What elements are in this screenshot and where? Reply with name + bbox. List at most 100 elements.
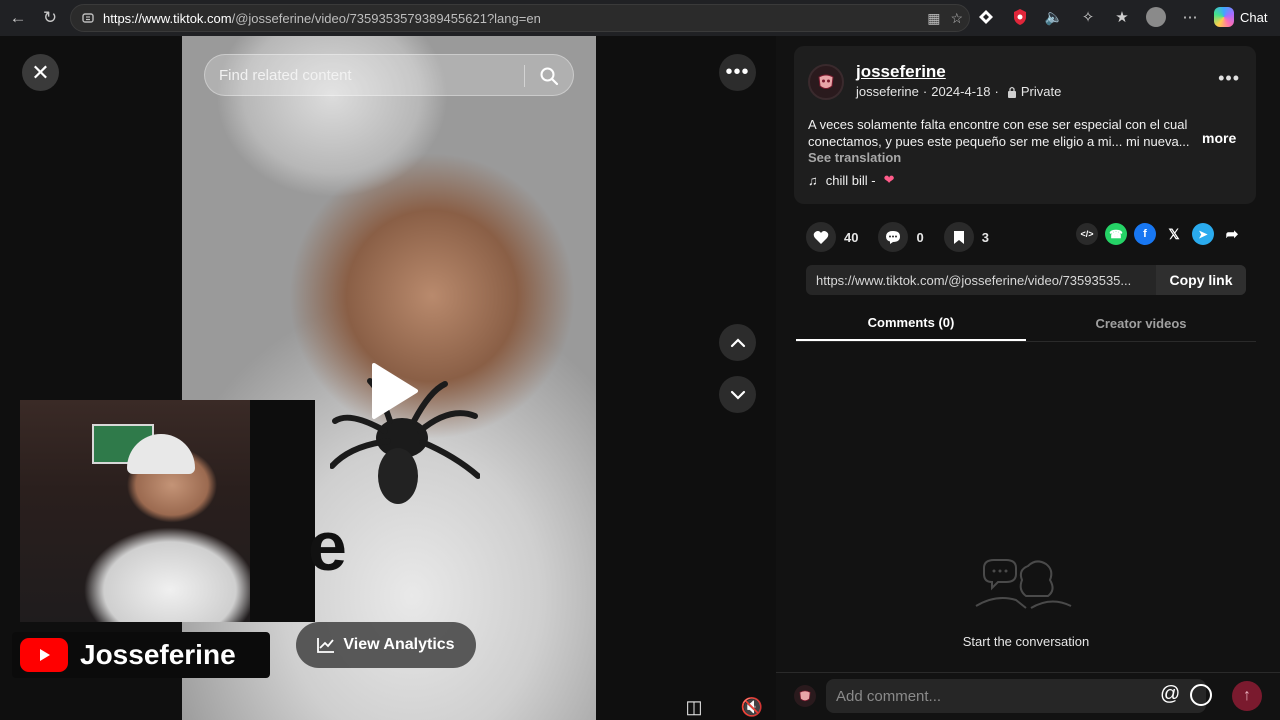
chevron-down-icon — [730, 390, 745, 400]
tab-creator-videos[interactable]: Creator videos — [1026, 306, 1256, 341]
volume-icon[interactable]: 🔈 — [1044, 6, 1064, 28]
next-video-button[interactable] — [719, 376, 756, 413]
youtube-logo-icon — [20, 638, 68, 672]
composer-avatar — [794, 685, 816, 707]
browser-toolbar: ← ↻ https://www.tiktok.com/@josseferine/… — [0, 0, 1280, 36]
panel-tabs: Comments (0) Creator videos — [796, 306, 1256, 342]
search-divider — [524, 65, 525, 87]
author-avatar[interactable] — [808, 64, 844, 100]
related-search-bar — [204, 54, 574, 96]
favorites-icon[interactable]: ★ — [1112, 6, 1132, 28]
arrow-up-icon: ↑ — [1243, 687, 1251, 704]
music-note-icon: ♫ — [808, 172, 818, 188]
chevron-up-icon — [730, 337, 745, 347]
copilot-icon — [1214, 7, 1234, 27]
view-analytics-button[interactable]: View Analytics — [296, 622, 476, 668]
browser-menu-icon[interactable]: ⋯ — [1180, 6, 1200, 28]
previous-video-button[interactable] — [719, 324, 756, 361]
post-meta: josseferine · 2024-4-18 · Private — [856, 84, 1061, 99]
extensions-puzzle-icon[interactable]: ✧ — [1078, 6, 1098, 28]
empty-state-text: Start the conversation — [962, 634, 1090, 649]
address-bar[interactable]: https://www.tiktok.com/@josseferine/vide… — [70, 4, 970, 32]
author-name[interactable]: josseferine — [856, 62, 946, 82]
url-path: /@josseferine/video/7359353579389455621?… — [231, 10, 541, 26]
related-search-input[interactable] — [219, 66, 519, 84]
mute-icon[interactable]: 🔇 — [736, 694, 768, 720]
video-link[interactable]: https://www.tiktok.com/@josseferine/vide… — [806, 273, 1156, 288]
profile-icon[interactable] — [1146, 6, 1166, 28]
comment-composer: @ ↑ — [776, 672, 1280, 720]
webcam-overlay — [20, 400, 315, 622]
see-translation-link[interactable]: See translation — [808, 150, 901, 165]
comment-action[interactable]: 0 — [878, 222, 924, 252]
analytics-chart-icon — [317, 638, 335, 653]
bookmark-icon — [943, 222, 974, 252]
music-info[interactable]: ♫ chill bill - ❤ — [808, 172, 895, 188]
site-info-icon[interactable] — [81, 11, 95, 25]
music-title: chill bill - — [825, 172, 876, 188]
save-count: 3 — [981, 229, 989, 245]
mini-player-icon[interactable]: ◫ — [678, 694, 710, 720]
engagement-actions: 40 0 3 — [806, 222, 989, 252]
author-username: josseferine — [856, 84, 919, 99]
mention-icon[interactable]: @ — [1160, 683, 1180, 706]
channel-branding: Josseferine — [12, 632, 270, 678]
search-icon[interactable] — [539, 66, 559, 86]
url-text: https://www.tiktok.com/@josseferine/vide… — [103, 11, 541, 26]
view-analytics-label: View Analytics — [343, 636, 455, 653]
whatsapp-icon[interactable]: ☎ — [1105, 223, 1127, 245]
description-card: josseferine josseferine · 2024-4-18 · Pr… — [794, 46, 1256, 204]
tab-comments[interactable]: Comments (0) — [796, 306, 1026, 341]
more-dots-icon: ••• — [725, 61, 750, 83]
url-host: https://www.tiktok.com — [103, 10, 232, 26]
video-more-button[interactable]: ••• — [719, 54, 756, 91]
comment-bubble-icon — [878, 222, 909, 252]
x-twitter-icon[interactable]: 𝕏 — [1163, 223, 1185, 245]
avatar-mask-icon — [799, 690, 811, 702]
screen: ← ↻ https://www.tiktok.com/@josseferine/… — [0, 0, 1280, 720]
heart-emoji-icon: ❤ — [883, 172, 895, 187]
close-button[interactable]: ✕ — [22, 54, 59, 91]
like-count: 40 — [844, 229, 859, 245]
avatar-mask-icon — [818, 74, 834, 89]
back-icon[interactable]: ← — [2, 2, 34, 34]
privacy-status[interactable]: Private — [1021, 84, 1061, 99]
chat-label: Chat — [1240, 9, 1268, 25]
share-arrow-icon[interactable]: ➦ — [1221, 223, 1243, 245]
extension-shield-icon[interactable] — [1010, 6, 1030, 28]
video-stage: ✕ ••• e Josseferine View An — [0, 36, 776, 720]
post-date: 2024-4-18 — [931, 84, 991, 99]
extension-icons: 🔈 ✧ ★ ⋯ Chat — [976, 6, 1267, 28]
overlay-letter: e — [308, 507, 347, 585]
copy-link-row: https://www.tiktok.com/@josseferine/vide… — [806, 265, 1246, 295]
meta-separator-2: · — [994, 84, 999, 99]
app-available-icon[interactable]: ▦ — [927, 10, 940, 27]
lock-icon — [1007, 86, 1016, 98]
extension-diamond-icon[interactable] — [976, 6, 996, 28]
details-panel: josseferine josseferine · 2024-4-18 · Pr… — [776, 36, 1280, 720]
empty-comments-illustration-icon — [975, 559, 1072, 609]
save-action[interactable]: 3 — [943, 222, 989, 252]
facebook-icon[interactable]: f — [1134, 223, 1156, 245]
heart-icon — [806, 222, 836, 252]
comment-input[interactable] — [826, 679, 1206, 713]
telegram-icon[interactable]: ➤ — [1192, 223, 1214, 245]
reload-icon[interactable]: ↻ — [34, 2, 66, 34]
share-options: </> ☎ f 𝕏 ➤ ➦ — [1076, 223, 1243, 245]
like-action[interactable]: 40 — [806, 222, 858, 252]
channel-name: Josseferine — [80, 639, 236, 670]
close-icon: ✕ — [31, 59, 50, 85]
post-options-icon[interactable]: ••• — [1218, 68, 1240, 89]
post-description: A veces solamente falta encontre con ese… — [808, 117, 1190, 149]
player-controls: ◫ 🔇 — [678, 694, 768, 720]
emoji-icon[interactable] — [1190, 684, 1212, 706]
copilot-chat-button[interactable]: Chat — [1214, 7, 1267, 27]
favorite-star-icon[interactable]: ☆ — [950, 10, 963, 27]
description-more-link[interactable]: more — [1202, 130, 1236, 146]
embed-code-icon[interactable]: </> — [1076, 223, 1098, 245]
send-comment-button[interactable]: ↑ — [1232, 681, 1262, 711]
play-icon[interactable] — [370, 361, 420, 421]
copy-link-button[interactable]: Copy link — [1156, 265, 1246, 295]
meta-separator: · — [922, 84, 928, 99]
cam-shadow — [250, 400, 315, 622]
